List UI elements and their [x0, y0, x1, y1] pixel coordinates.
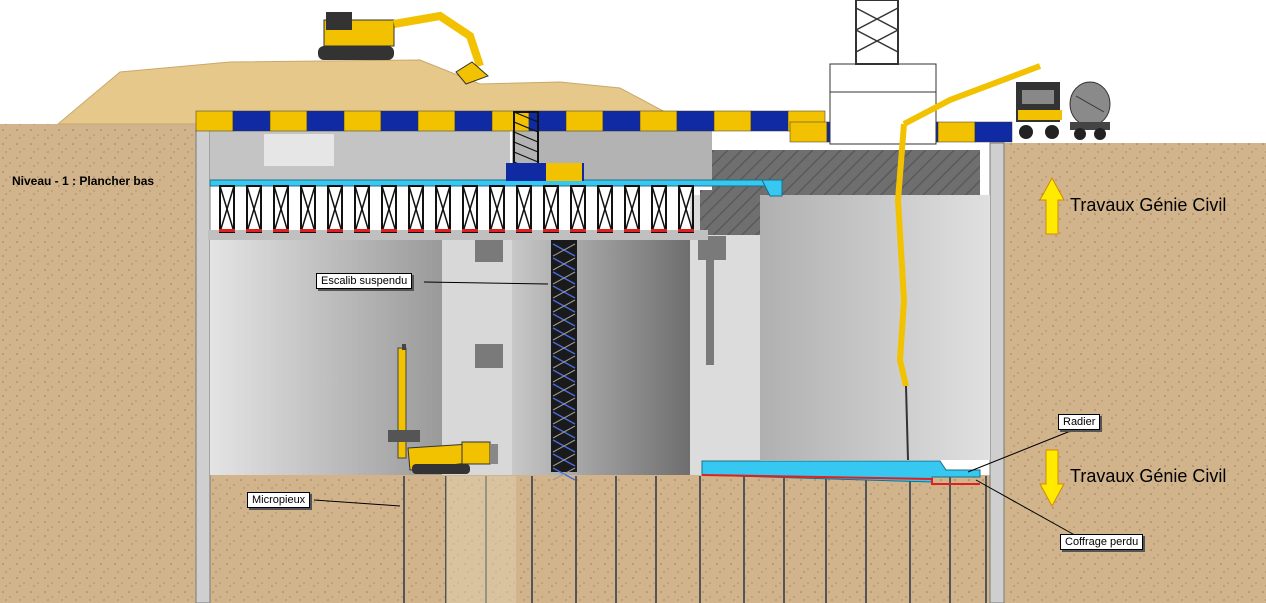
- micropieux-label: Micropieux: [247, 492, 311, 508]
- escalib-label: Escalib suspendu: [316, 273, 413, 289]
- deck-panel: [269, 110, 308, 132]
- soil-bottom: [200, 475, 1004, 603]
- prop-foot: [273, 229, 289, 232]
- deck-panel: [974, 121, 1013, 143]
- prop-foot: [408, 229, 424, 232]
- travaux-up-label: Travaux Génie Civil: [1070, 195, 1227, 215]
- prop-foot: [354, 229, 370, 232]
- prop-foot: [381, 229, 397, 232]
- prop-foot: [435, 229, 451, 232]
- prop-foot: [300, 229, 316, 232]
- prop-foot: [678, 229, 694, 232]
- deck-panel: [195, 110, 234, 132]
- anchor-block-2: [475, 344, 503, 368]
- deck-panel: [565, 110, 604, 132]
- prop-foot: [489, 229, 505, 232]
- deck-panel: [306, 110, 345, 132]
- interior-center-bay: [512, 240, 690, 475]
- soil-left: [0, 124, 200, 603]
- hatched-slab: [712, 150, 980, 195]
- prop-foot: [516, 229, 532, 232]
- deck-panel: [454, 110, 493, 132]
- construction-cross-section: Niveau - 1 : Plancher bas Escalib suspen…: [0, 0, 1266, 603]
- deck-panel: [232, 110, 271, 132]
- coffrage-label: Coffrage perdu: [1060, 534, 1144, 550]
- hatched-beam: [700, 190, 760, 235]
- deck-panel: [417, 110, 456, 132]
- level-label: Niveau - 1 : Plancher bas: [12, 174, 155, 188]
- upper-left-volume: [210, 130, 510, 180]
- travaux-down-label: Travaux Génie Civil: [1070, 466, 1227, 486]
- deck-panel: [713, 110, 752, 132]
- prop-foot: [624, 229, 640, 232]
- deck-panel: [789, 121, 828, 143]
- upper-opening: [264, 134, 334, 166]
- prop-foot: [327, 229, 343, 232]
- deck-panel: [937, 121, 976, 143]
- deck-panel: [639, 110, 678, 132]
- diaphragm-wall-left: [195, 129, 211, 603]
- pile-zone: [446, 476, 516, 603]
- deck-panel: [380, 110, 419, 132]
- section-drawing: [0, 0, 1266, 603]
- deck-panel: [750, 110, 789, 132]
- prop-foot: [462, 229, 478, 232]
- deck-panel: [676, 110, 715, 132]
- diaphragm-wall-right: [989, 142, 1005, 603]
- deck-panel: [602, 110, 641, 132]
- prop-foot: [651, 229, 667, 232]
- anchor-block: [475, 240, 503, 262]
- tower-head-panel: [546, 163, 582, 181]
- prop-foot: [246, 229, 262, 232]
- interior-right-bay: [760, 195, 990, 460]
- deck-panel: [491, 110, 530, 132]
- deck-panel: [343, 110, 382, 132]
- radier-label: Radier: [1058, 414, 1101, 430]
- prop-foot: [597, 229, 613, 232]
- prop-foot: [543, 229, 559, 232]
- prop-foot: [219, 229, 235, 232]
- prop-foot: [570, 229, 586, 232]
